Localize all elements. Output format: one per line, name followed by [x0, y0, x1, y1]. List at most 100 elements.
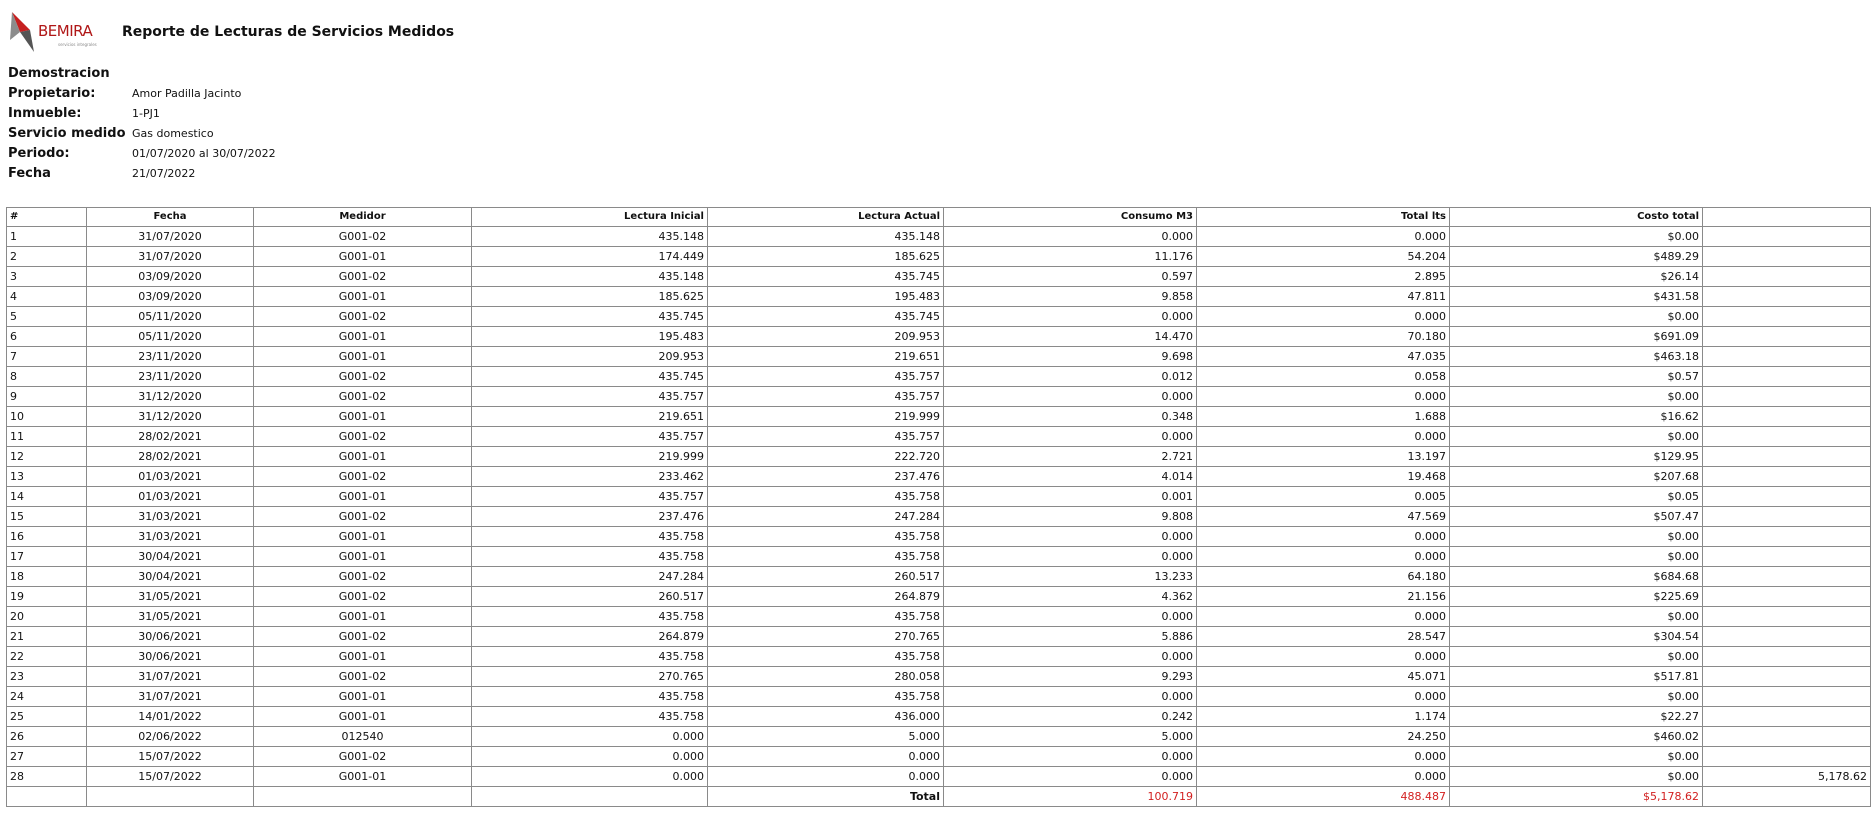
cell-fecha: 15/07/2022: [86, 746, 254, 767]
cell-index: 12: [6, 446, 87, 467]
cell-lectura-inicial: 435.757: [471, 426, 708, 447]
column-header-medidor: Medidor: [253, 207, 472, 227]
cell-consumo: 0.001: [943, 486, 1197, 507]
total-consumo: 100.719: [943, 786, 1197, 807]
cell-medidor: 012540: [253, 726, 472, 747]
cell-medidor: G001-02: [253, 306, 472, 327]
cell-extra: [1702, 346, 1871, 367]
readings-table: # Fecha Medidor Lectura Inicial Lectura …: [6, 207, 1871, 807]
cell-costo-total: $0.57: [1449, 366, 1703, 387]
cell-consumo: 0.000: [943, 546, 1197, 567]
cell-lectura-inicial: 435.148: [471, 226, 708, 247]
table-row: 22 30/06/2021 G001-01 435.758 435.758 0.000 0.…: [6, 646, 1871, 667]
cell-fecha: 31/05/2021: [86, 586, 254, 607]
cell-total-lts: 19.468: [1196, 466, 1450, 487]
table-row: 21 30/06/2021 G001-02 264.879 270.765 5.886 28…: [6, 626, 1871, 647]
cell-costo-total: $0.00: [1449, 686, 1703, 707]
cell-lectura-actual: 435.758: [707, 546, 944, 567]
total-litros: 488.487: [1196, 786, 1450, 807]
cell-index: 21: [6, 626, 87, 647]
cell-lectura-inicial: 435.758: [471, 646, 708, 667]
column-header-lectura-actual: Lectura Actual: [707, 207, 944, 227]
cell-medidor: G001-02: [253, 366, 472, 387]
info-value: 1-PJ1: [132, 107, 160, 120]
cell-lectura-inicial: 435.758: [471, 526, 708, 547]
info-row-servicio: Servicio medido Gas domestico: [8, 126, 276, 146]
info-value: 21/07/2022: [132, 167, 196, 180]
cell-lectura-actual: 435.758: [707, 486, 944, 507]
column-header-lectura-inicial: Lectura Inicial: [471, 207, 708, 227]
cell-consumo: 0.242: [943, 706, 1197, 727]
cell-lectura-inicial: 219.999: [471, 446, 708, 467]
cell-extra: [1702, 466, 1871, 487]
cell-medidor: G001-01: [253, 286, 472, 307]
cell-consumo: 0.000: [943, 606, 1197, 627]
cell-index: 18: [6, 566, 87, 587]
cell-medidor: G001-02: [253, 386, 472, 407]
cell-extra: [1702, 706, 1871, 727]
table-row: 15 31/03/2021 G001-02 237.476 247.284 9.808 47…: [6, 506, 1871, 527]
cell-lectura-inicial: 435.758: [471, 606, 708, 627]
table-body: 1 31/07/2020 G001-02 435.148 435.148 0.000 0.0…: [6, 226, 1871, 787]
info-label: Servicio medido: [8, 126, 126, 141]
table-row: 8 23/11/2020 G001-02 435.745 435.757 0.012 0.0…: [6, 366, 1871, 387]
cell-costo-total: $22.27: [1449, 706, 1703, 727]
cell-lectura-inicial: 435.758: [471, 686, 708, 707]
cell-costo-total: $129.95: [1449, 446, 1703, 467]
cell-lectura-inicial: 209.953: [471, 346, 708, 367]
cell-consumo: 0.348: [943, 406, 1197, 427]
cell-lectura-actual: 270.765: [707, 626, 944, 647]
cell-lectura-inicial: 174.449: [471, 246, 708, 267]
cell-medidor: G001-02: [253, 506, 472, 527]
cell-consumo: 0.000: [943, 646, 1197, 667]
cell-consumo: 0.000: [943, 426, 1197, 447]
cell-consumo: 5.000: [943, 726, 1197, 747]
cell-lectura-inicial: 260.517: [471, 586, 708, 607]
cell-fecha: 31/12/2020: [86, 386, 254, 407]
cell-extra: [1702, 406, 1871, 427]
info-value: Gas domestico: [132, 127, 214, 140]
cell-total-lts: 1.688: [1196, 406, 1450, 427]
cell-fecha: 31/03/2021: [86, 506, 254, 527]
total-label: Total: [707, 786, 944, 807]
cell-costo-total: $0.00: [1449, 526, 1703, 547]
cell-extra: [1702, 326, 1871, 347]
cell-costo-total: $0.00: [1449, 226, 1703, 247]
page-title: Reporte de Lecturas de Servicios Medidos: [122, 24, 455, 40]
table-row: 7 23/11/2020 G001-01 209.953 219.651 9.698 47.…: [6, 346, 1871, 367]
cell-extra: [1702, 686, 1871, 707]
total-spacer-cell: [253, 786, 472, 807]
cell-lectura-inicial: 435.758: [471, 706, 708, 727]
cell-total-lts: 0.000: [1196, 606, 1450, 627]
cell-lectura-actual: 0.000: [707, 746, 944, 767]
cell-extra: [1702, 266, 1871, 287]
cell-lectura-inicial: 233.462: [471, 466, 708, 487]
cell-extra: [1702, 586, 1871, 607]
cell-fecha: 31/07/2020: [86, 246, 254, 267]
total-costo: $5,178.62: [1449, 786, 1703, 807]
cell-lectura-actual: 264.879: [707, 586, 944, 607]
cell-medidor: G001-02: [253, 566, 472, 587]
cell-index: 28: [6, 766, 87, 787]
cell-extra: [1702, 506, 1871, 527]
cell-medidor: G001-01: [253, 346, 472, 367]
column-header-costo-total: Costo total: [1449, 207, 1703, 227]
cell-index: 25: [6, 706, 87, 727]
cell-consumo: 14.470: [943, 326, 1197, 347]
cell-lectura-actual: 209.953: [707, 326, 944, 347]
table-row: 19 31/05/2021 G001-02 260.517 264.879 4.362 21…: [6, 586, 1871, 607]
table-row: 23 31/07/2021 G001-02 270.765 280.058 9.293 45…: [6, 666, 1871, 687]
table-row: 28 15/07/2022 G001-01 0.000 0.000 0.000 0.000 $…: [6, 766, 1871, 787]
cell-lectura-actual: 222.720: [707, 446, 944, 467]
cell-lectura-actual: 435.757: [707, 386, 944, 407]
cell-lectura-inicial: 0.000: [471, 746, 708, 767]
cell-total-lts: 0.000: [1196, 426, 1450, 447]
cell-costo-total: $225.69: [1449, 586, 1703, 607]
cell-medidor: G001-02: [253, 266, 472, 287]
logo-text: BEMIRA: [38, 22, 93, 40]
cell-index: 17: [6, 546, 87, 567]
cell-costo-total: $460.02: [1449, 726, 1703, 747]
cell-index: 2: [6, 246, 87, 267]
cell-index: 3: [6, 266, 87, 287]
cell-consumo: 0.000: [943, 686, 1197, 707]
